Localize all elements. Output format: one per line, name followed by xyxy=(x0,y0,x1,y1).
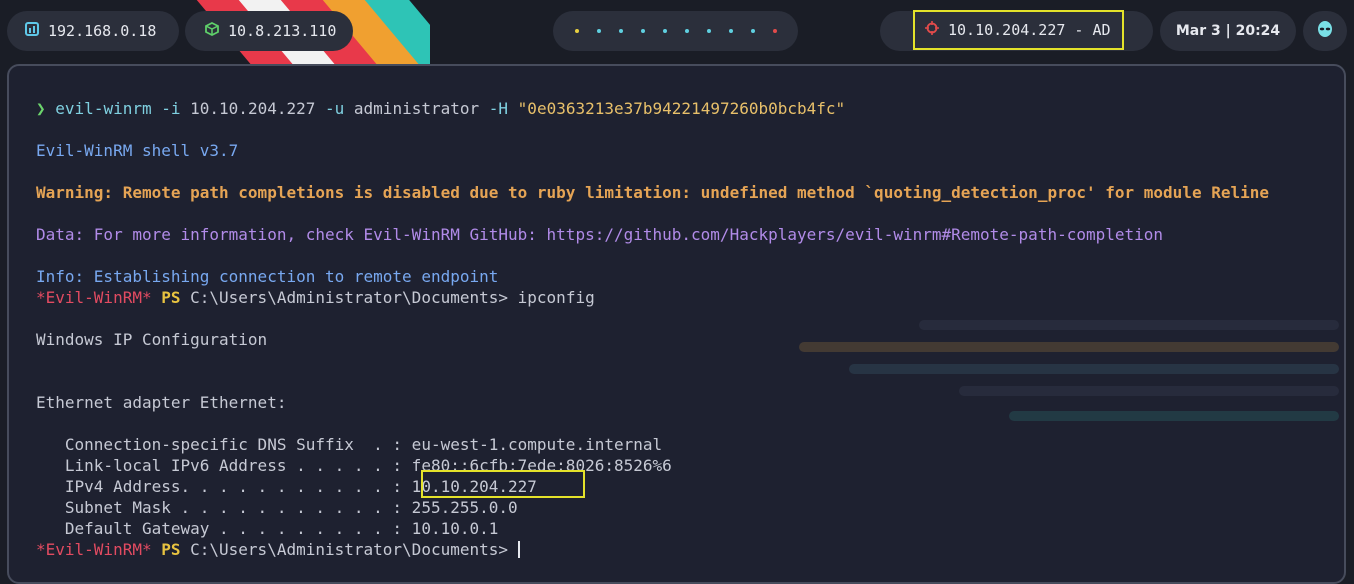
shell-version: Evil-WinRM shell v3.7 xyxy=(36,141,239,160)
local-ip-widget[interactable]: 192.168.0.18 xyxy=(7,11,179,51)
ipv4-line: IPv4 Address. . . . . . . . . . . : 10.1… xyxy=(36,477,537,496)
gateway-line: Default Gateway . . . . . . . . . : 10.1… xyxy=(36,519,499,538)
data-line: Data: For more information, check Evil-W… xyxy=(36,225,1164,244)
terminal-window[interactable]: ❯ evil-winrm -i 10.10.204.227 -u adminis… xyxy=(7,64,1346,584)
cmd-user: administrator xyxy=(353,99,480,118)
dns-suffix-line: Connection-specific DNS Suffix . : eu-we… xyxy=(36,435,663,454)
workspace-indicator[interactable] xyxy=(553,11,798,51)
alien-icon xyxy=(1316,20,1334,42)
avatar[interactable] xyxy=(1303,11,1347,51)
target-highlight: 10.10.204.227 - AD xyxy=(913,10,1124,50)
cmd-flag: -i xyxy=(151,99,191,118)
ps-prompt-line: *Evil-WinRM* PS C:\Users\Administrator\D… xyxy=(36,287,1324,308)
workspace-dot[interactable] xyxy=(750,29,755,33)
workspace-dot[interactable] xyxy=(662,29,667,33)
workspace-dot[interactable] xyxy=(640,29,645,33)
workspace-dot[interactable] xyxy=(772,29,777,33)
cube-icon xyxy=(205,21,219,40)
terminal-output: ❯ evil-winrm -i 10.10.204.227 -u adminis… xyxy=(36,98,1324,560)
prompt-arrow: ❯ xyxy=(36,99,46,118)
ps-path: C:\Users\Administrator\Documents> xyxy=(190,288,509,307)
subnet-line: Subnet Mask . . . . . . . . . . . : 255.… xyxy=(36,498,518,517)
vpn-ip-text: 10.8.213.110 xyxy=(228,22,337,40)
info-line: Info: Establishing connection to remote … xyxy=(36,267,499,286)
clock-widget[interactable]: Mar 3 | 20:24 xyxy=(1160,11,1296,51)
local-ip-text: 192.168.0.18 xyxy=(48,22,157,40)
command-line: ❯ evil-winrm -i 10.10.204.227 -u adminis… xyxy=(36,98,1324,119)
workspace-dot[interactable] xyxy=(706,29,711,33)
target-text: 10.10.204.227 - AD xyxy=(948,21,1111,39)
workspace-dot[interactable] xyxy=(618,29,623,33)
final-prompt-line[interactable]: *Evil-WinRM* PS C:\Users\Administrator\D… xyxy=(36,539,1324,560)
crosshair-icon xyxy=(925,21,939,39)
cmd-flag: -u xyxy=(315,99,354,118)
ps-label: PS xyxy=(151,540,191,559)
ps-label: PS xyxy=(151,288,191,307)
clock-text: Mar 3 | 20:24 xyxy=(1175,23,1281,39)
vpn-ip-widget[interactable]: 10.8.213.110 xyxy=(185,11,353,51)
cmd-hash: "0e0363213e37b94221497260b0bcb4fc" xyxy=(517,99,846,118)
ps-command: ipconfig xyxy=(508,288,595,307)
ps-path: C:\Users\Administrator\Documents> xyxy=(190,540,509,559)
ipv6-line: Link-local IPv6 Address . . . . . : fe80… xyxy=(36,456,672,475)
workspace-dot[interactable] xyxy=(684,29,689,33)
target-widget[interactable]: 10.10.204.227 - AD xyxy=(880,10,1153,51)
network-icon xyxy=(25,22,39,40)
ipv4-highlight-box xyxy=(421,470,585,498)
ps-prefix: *Evil-WinRM* xyxy=(36,288,152,307)
win-ip-config: Windows IP Configuration xyxy=(36,330,268,349)
ps-prefix: *Evil-WinRM* xyxy=(36,540,152,559)
workspace-dot[interactable] xyxy=(574,29,579,33)
cmd-name: evil-winrm xyxy=(55,99,152,118)
workspace-dot[interactable] xyxy=(596,29,601,33)
workspace-dot[interactable] xyxy=(728,29,733,33)
cmd-flag: -H xyxy=(479,99,518,118)
warning-line: Warning: Remote path completions is disa… xyxy=(36,183,1269,202)
cmd-ip: 10.10.204.227 xyxy=(190,99,316,118)
adapter-header: Ethernet adapter Ethernet: xyxy=(36,393,287,412)
text-cursor xyxy=(517,541,520,558)
